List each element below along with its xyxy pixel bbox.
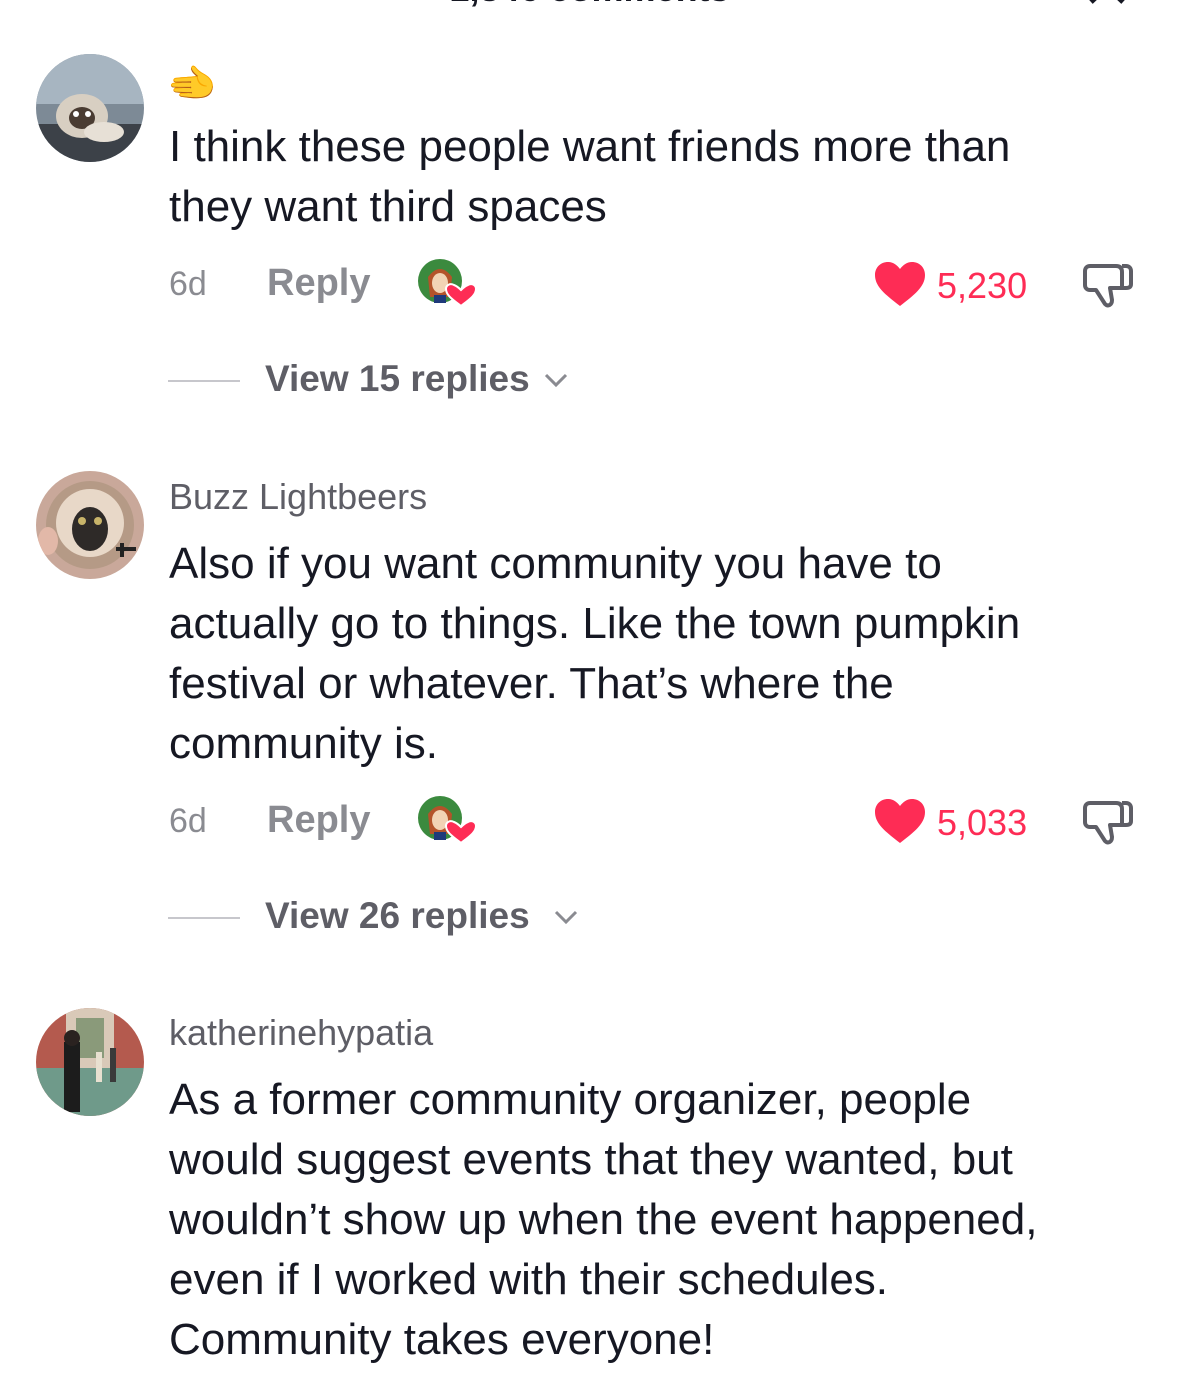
creator-liked-badge (418, 259, 476, 308)
heart-icon[interactable] (874, 798, 926, 844)
comment-text: As a former community organizer, people … (169, 1075, 1038, 1364)
hand-emoji: 🫲 (167, 62, 217, 106)
avatar[interactable] (36, 54, 144, 162)
comment-username[interactable]: Buzz Lightbeers (169, 476, 427, 518)
view-replies-button[interactable]: View 26 replies (0, 893, 1179, 943)
reply-button[interactable]: Reply (267, 262, 370, 305)
avatar[interactable] (36, 1008, 144, 1116)
like-count: 5,230 (937, 265, 1028, 306)
next-comment-peek (0, 1390, 1179, 1398)
chevron-down-icon (544, 373, 568, 388)
creator-liked-badge (418, 796, 476, 845)
view-replies-button[interactable]: View 15 replies (0, 356, 1179, 406)
comment-meta: 6d Reply 5,230 (0, 257, 1179, 317)
comment-text: I think these people want friends more t… (169, 122, 1011, 231)
view-replies-label: View 26 replies (265, 895, 530, 936)
dislike-icon[interactable] (1080, 260, 1134, 310)
reply-button[interactable]: Reply (267, 799, 370, 842)
comment-time: 6d (169, 802, 207, 840)
divider (168, 917, 240, 919)
close-icon[interactable] (1085, 0, 1129, 4)
heart-icon[interactable] (874, 261, 926, 307)
like-count: 5,033 (937, 802, 1028, 843)
comment-username[interactable]: katherinehypatia (169, 1012, 433, 1054)
dislike-icon[interactable] (1080, 797, 1134, 847)
comment-text: Also if you want community you have to a… (169, 539, 1021, 768)
divider (168, 380, 240, 382)
chevron-down-icon (554, 910, 578, 925)
comments-count-title: 1,846 comments (0, 0, 1179, 10)
view-replies-label: View 15 replies (265, 358, 530, 399)
comment-meta: 6d Reply 5,033 (0, 794, 1179, 854)
avatar[interactable] (36, 471, 144, 579)
comment-time: 6d (169, 265, 207, 303)
